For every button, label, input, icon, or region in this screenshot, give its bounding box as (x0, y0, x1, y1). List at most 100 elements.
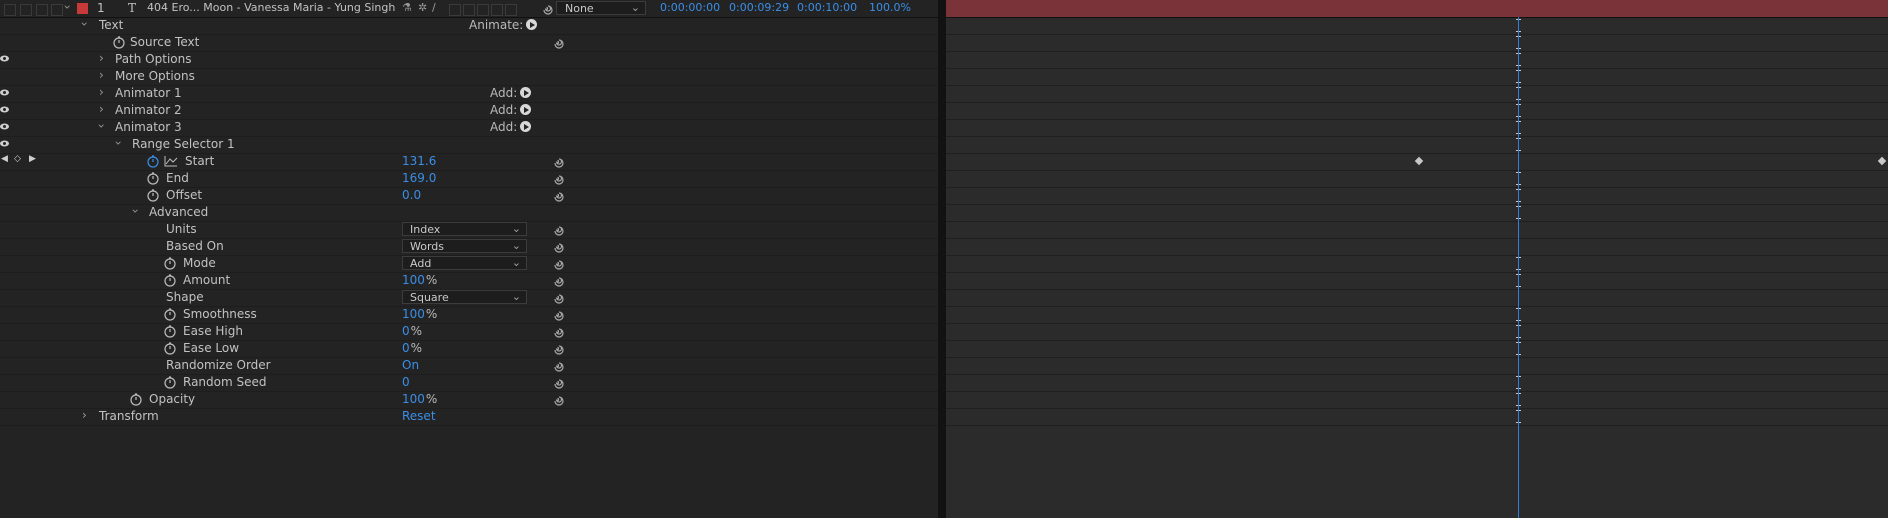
keyframe-diamond[interactable] (1414, 156, 1424, 166)
expression-pick-whip-icon[interactable] (551, 189, 564, 202)
solo-toggle[interactable] (36, 4, 48, 16)
motion-blur-toggle[interactable] (477, 4, 489, 16)
eye-icon[interactable] (0, 54, 9, 63)
eye-icon[interactable] (0, 122, 9, 131)
quality-icon[interactable]: / (432, 1, 436, 14)
layer-row[interactable]: › 1 T 404 Ero... Moon - Vanessa Maria - … (0, 0, 938, 18)
layer-name[interactable]: 404 Ero... Moon - Vanessa Maria - Yung S… (147, 1, 395, 14)
expression-pick-whip-icon[interactable] (551, 257, 564, 270)
expression-pick-whip-icon[interactable] (551, 393, 564, 406)
transform-reset-link[interactable]: Reset (402, 409, 436, 423)
stopwatch-icon[interactable] (163, 324, 177, 338)
ease-low-value[interactable]: 0 (402, 341, 410, 355)
duration[interactable]: 0:00:10:00 (797, 1, 857, 14)
animator-1-add-button[interactable]: Add: (490, 86, 532, 100)
stopwatch-icon[interactable] (163, 273, 177, 287)
eye-icon[interactable] (0, 139, 9, 148)
expression-pick-whip-icon[interactable] (551, 274, 564, 287)
based-on-row: Based On Words ⌄ (0, 238, 938, 256)
expression-pick-whip-icon[interactable] (551, 342, 564, 355)
graph-editor-icon[interactable] (164, 155, 178, 167)
smoothness-value[interactable]: 100 (402, 307, 425, 321)
animator-3-add-button[interactable]: Add: (490, 120, 532, 134)
ease-high-value[interactable]: 0 (402, 324, 410, 338)
expression-pick-whip-icon[interactable] (551, 36, 564, 49)
out-time[interactable]: 0:00:09:29 (729, 1, 789, 14)
shape-label: Shape (166, 290, 204, 304)
stopwatch-icon[interactable] (129, 392, 143, 406)
expression-pick-whip-icon[interactable] (551, 291, 564, 304)
animator-3-chevron-icon[interactable]: › (94, 124, 108, 129)
range-selector-chevron-icon[interactable]: › (111, 141, 125, 146)
random-seed-label: Random Seed (183, 375, 267, 389)
randomize-order-value[interactable]: On (402, 358, 419, 372)
opacity-value[interactable]: 100 (402, 392, 425, 406)
parent-dropdown[interactable]: None ⌄ (556, 1, 646, 15)
animate-menu-button[interactable]: Animate: (469, 18, 538, 32)
next-keyframe-icon[interactable]: ▶ (29, 154, 36, 164)
stopwatch-icon[interactable] (112, 35, 126, 49)
range-selector-row: › Range Selector 1 (0, 136, 938, 154)
mode-dropdown[interactable]: Add ⌄ (402, 256, 527, 270)
transform-chevron-icon[interactable]: › (82, 408, 87, 422)
expression-pick-whip-icon[interactable] (551, 376, 564, 389)
animator-2-chevron-icon[interactable]: › (99, 102, 104, 116)
shy-icon[interactable]: ⚗ (402, 1, 412, 14)
video-toggle[interactable] (4, 4, 16, 16)
audio-toggle[interactable] (20, 4, 32, 16)
stopwatch-icon[interactable] (163, 307, 177, 321)
expression-pick-whip-icon[interactable] (551, 155, 564, 168)
frame-blend-toggle[interactable] (463, 4, 475, 16)
text-expand-chevron-icon[interactable]: › (77, 22, 91, 27)
animator-2-add-button[interactable]: Add: (490, 103, 532, 117)
previous-keyframe-icon[interactable]: ◀ (1, 154, 8, 164)
keyframe-diamond[interactable] (1877, 156, 1887, 166)
offset-value[interactable]: 0.0 (402, 188, 421, 202)
path-options-chevron-icon[interactable]: › (99, 51, 104, 65)
expression-pick-whip-icon[interactable] (551, 172, 564, 185)
units-dropdown[interactable]: Index ⌄ (402, 222, 527, 236)
stretch[interactable]: 100.0% (869, 1, 911, 14)
pick-whip-icon[interactable] (540, 2, 553, 15)
timeline-row (946, 221, 1888, 239)
animator-1-chevron-icon[interactable]: › (99, 85, 104, 99)
stopwatch-active-icon[interactable] (146, 154, 160, 168)
stopwatch-icon[interactable] (146, 188, 160, 202)
random-seed-value[interactable]: 0 (402, 375, 410, 389)
collapse-icon[interactable]: ✲ (418, 1, 427, 14)
expression-pick-whip-icon[interactable] (551, 240, 564, 253)
expression-pick-whip-icon[interactable] (551, 308, 564, 321)
shape-dropdown[interactable]: Square ⌄ (402, 290, 527, 304)
advanced-chevron-icon[interactable]: › (128, 209, 142, 214)
play-circle-icon (520, 87, 532, 98)
eye-icon[interactable] (0, 88, 9, 97)
effects-toggle[interactable] (449, 4, 461, 16)
expression-pick-whip-icon[interactable] (551, 325, 564, 338)
stopwatch-icon[interactable] (163, 256, 177, 270)
adjustment-toggle[interactable] (491, 4, 503, 16)
ease-high-row: Ease High 0% (0, 323, 938, 341)
stopwatch-icon[interactable] (163, 341, 177, 355)
current-time-indicator[interactable] (1518, 17, 1519, 518)
add-keyframe-icon[interactable]: ◇ (14, 154, 21, 164)
based-on-dropdown[interactable]: Words ⌄ (402, 239, 527, 253)
randomize-order-label: Randomize Order (166, 358, 271, 372)
timeline-panel[interactable] (946, 0, 1888, 518)
label-color-swatch[interactable] (77, 3, 88, 14)
layer-duration-bar[interactable] (946, 0, 1888, 18)
layer-expand-chevron-icon[interactable]: › (60, 5, 74, 10)
expression-pick-whip-icon[interactable] (551, 223, 564, 236)
parent-dropdown-value: None (565, 2, 594, 15)
more-options-chevron-icon[interactable]: › (99, 68, 104, 82)
advanced-label: Advanced (149, 205, 209, 219)
3d-layer-toggle[interactable] (505, 4, 517, 16)
stopwatch-icon[interactable] (163, 375, 177, 389)
in-time[interactable]: 0:00:00:00 (660, 1, 720, 14)
panel-divider[interactable] (938, 0, 946, 518)
expression-pick-whip-icon[interactable] (551, 359, 564, 372)
stopwatch-icon[interactable] (146, 171, 160, 185)
eye-icon[interactable] (0, 105, 9, 114)
end-value[interactable]: 169.0 (402, 171, 436, 185)
amount-value[interactable]: 100 (402, 273, 425, 287)
start-value[interactable]: 131.6 (402, 154, 436, 168)
